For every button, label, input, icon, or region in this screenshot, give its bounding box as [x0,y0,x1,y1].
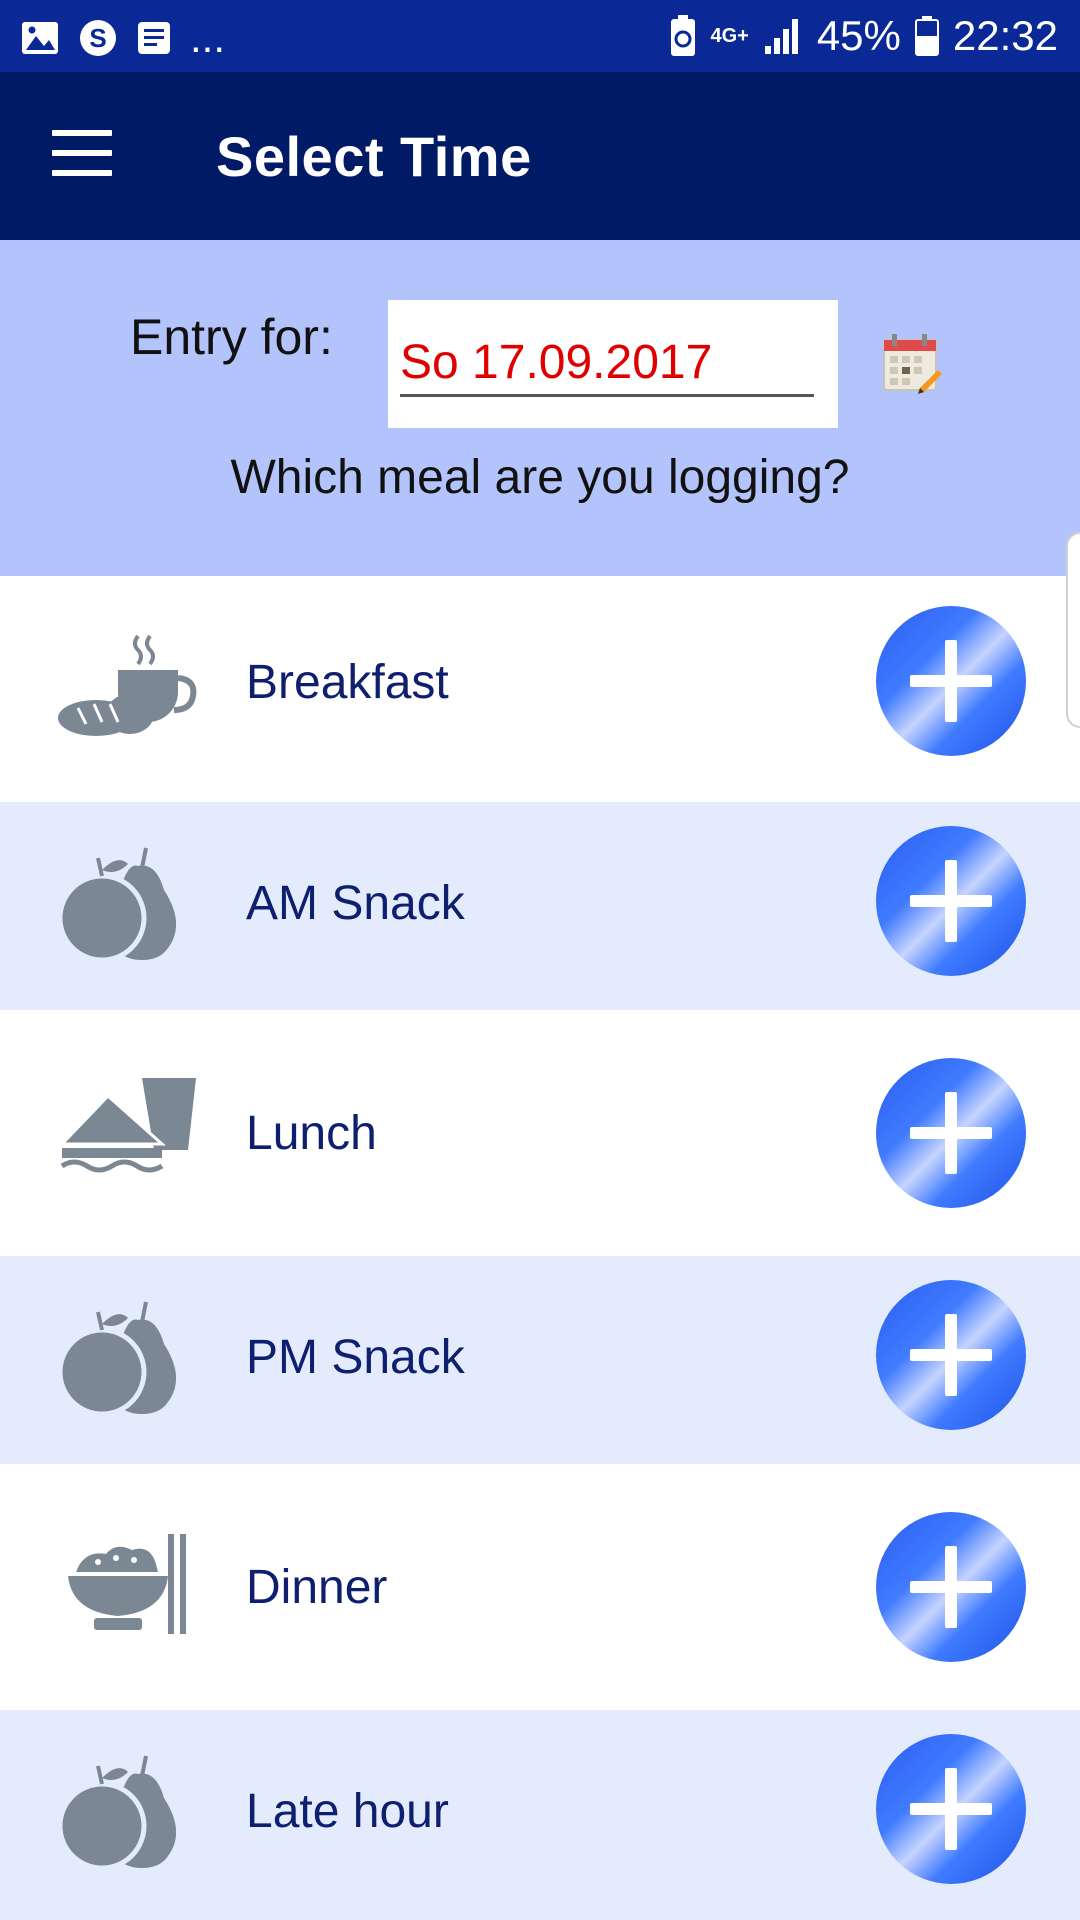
date-field[interactable] [400,334,814,397]
add-lunch-button[interactable] [876,1058,1026,1208]
status-time: 22:32 [952,12,1058,59]
add-late-hour-button[interactable] [876,1734,1026,1884]
meal-row-breakfast: Breakfast [0,576,1080,802]
calendar-edit-icon[interactable] [880,332,944,396]
notes-icon [138,22,170,54]
meal-label: Lunch [246,1107,377,1160]
status-bar: S ... 4G+ 45% 22:32 [0,0,1080,72]
fruit-icon [58,847,177,963]
battery-percent: 45% [816,12,901,59]
svg-text:S: S [89,23,106,53]
battery-icon [914,16,939,56]
status-right: 4G+ 45% 22:32 [670,8,1058,64]
meal-row-late-hour: Late hour [0,1710,1080,1920]
meal-label: AM Snack [246,877,465,930]
fruit-icon [58,1755,177,1871]
battery-saver-icon [671,15,696,56]
meal-list: Breakfast AM Snack Lunch PM Snack Dinner… [0,576,1080,1920]
status-overflow: ... [190,14,226,61]
entry-label: Entry for: [130,309,333,365]
date-field-container [388,300,838,428]
meal-question: Which meal are you logging? [230,451,850,504]
fruit-icon [58,1301,177,1417]
add-am-snack-button[interactable] [876,826,1026,976]
bread-coffee-icon [58,634,197,736]
page-title: Select Time [216,125,532,188]
hamburger-menu-icon[interactable] [52,130,112,180]
sandwich-drink-icon [58,1078,196,1173]
add-pm-snack-button[interactable] [876,1280,1026,1430]
meal-row-pm-snack: PM Snack [0,1256,1080,1464]
add-breakfast-button[interactable] [876,606,1026,756]
meal-label: PM Snack [246,1331,465,1384]
rice-bowl-chopsticks-icon [68,1534,186,1634]
add-dinner-button[interactable] [876,1512,1026,1662]
meal-row-dinner: Dinner [0,1464,1080,1710]
signal-icon [764,19,798,54]
meal-label: Breakfast [246,656,449,709]
entry-header: Entry for: Which meal are you logging? [0,240,1080,576]
app-bar: Select Time [0,72,1080,240]
gallery-icon [22,22,58,54]
skype-icon: S [80,20,116,56]
network-type: 4G+ [710,25,749,47]
status-left: S ... [20,14,225,62]
meal-label: Dinner [246,1561,388,1614]
edge-panel-handle[interactable] [1066,532,1080,728]
meal-row-lunch: Lunch [0,1010,1080,1256]
meal-label: Late hour [246,1785,449,1838]
meal-row-am-snack: AM Snack [0,802,1080,1010]
